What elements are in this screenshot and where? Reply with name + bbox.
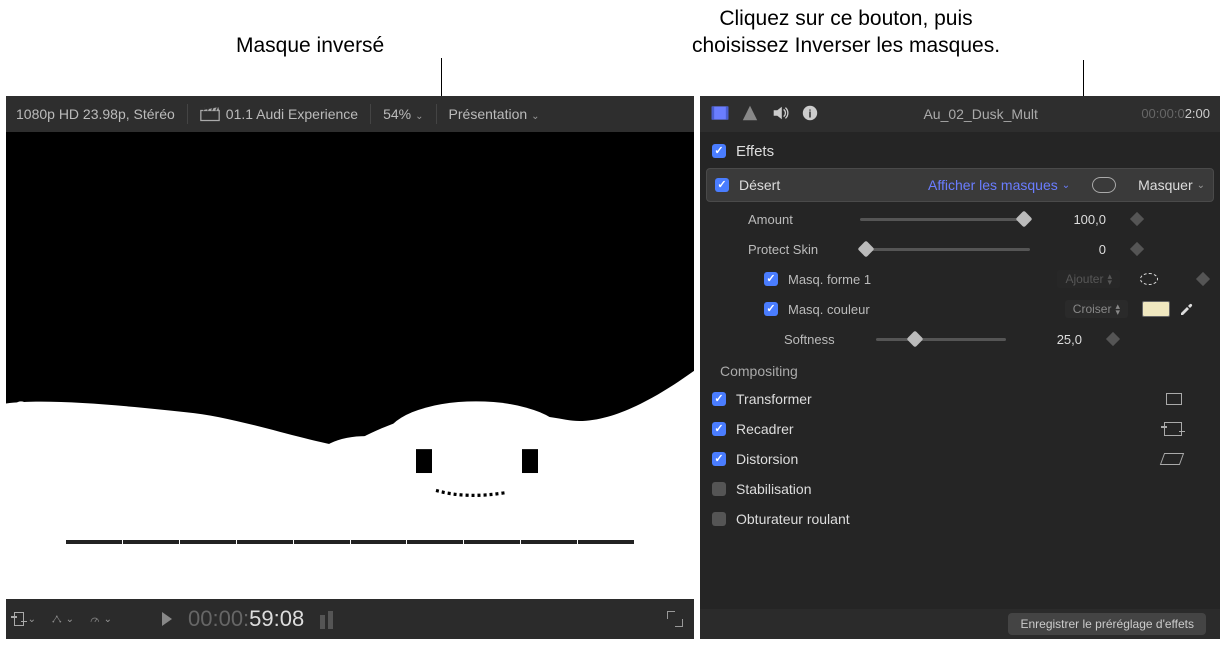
softness-value[interactable]: 25,0 <box>1018 332 1088 347</box>
scrub-bar[interactable] <box>6 526 694 544</box>
stepper-icon: ▴▾ <box>1115 303 1120 316</box>
chevron-down-icon[interactable]: ⌄ <box>1197 180 1205 191</box>
show-masks-link[interactable]: Afficher les masques <box>928 177 1058 193</box>
effects-section[interactable]: Effets <box>700 136 1220 166</box>
viewer-bottom-bar: ⌄ ⌄ ⌄ 00:00:59:08 <box>6 599 694 639</box>
retime-menu[interactable]: ⌄ <box>90 608 112 630</box>
viewer-canvas[interactable] <box>6 132 694 599</box>
stabilization-label: Stabilisation <box>736 481 812 497</box>
chevron-down-icon[interactable]: ⌄ <box>1062 180 1070 191</box>
transform-row[interactable]: Transformer <box>700 384 1220 414</box>
color-mask-mode-menu[interactable]: Croiser ▴▾ <box>1065 300 1128 318</box>
info-tab-icon[interactable]: i <box>800 104 820 125</box>
color-mask-row: Masq. couleur Croiser ▴▾ <box>700 294 1220 324</box>
compositing-section: Compositing <box>700 354 1220 384</box>
keyframe-icon[interactable] <box>1130 242 1144 256</box>
inspector-timecode: 00:00:02:00 <box>1141 106 1210 122</box>
hide-menu[interactable]: Masquer <box>1138 177 1192 193</box>
callout-right-line1: Cliquez sur ce bouton, puis <box>616 5 1076 32</box>
rolling-shutter-row[interactable]: Obturateur roulant <box>700 504 1220 534</box>
stabilization-row[interactable]: Stabilisation <box>700 474 1220 504</box>
distort-icon[interactable] <box>1160 453 1184 465</box>
amount-slider[interactable] <box>860 212 1030 226</box>
zoom-menu[interactable]: 54%⌄ <box>383 106 423 122</box>
timecode-display[interactable]: 00:00:59:08 <box>188 606 304 632</box>
protect-skin-value[interactable]: 0 <box>1042 242 1112 257</box>
crop-icon[interactable] <box>1164 422 1182 436</box>
color-tab-icon[interactable] <box>740 104 760 125</box>
protect-skin-slider[interactable] <box>860 242 1030 256</box>
effect-desert-name: Désert <box>739 177 780 193</box>
protect-skin-row: Protect Skin 0 <box>700 234 1220 264</box>
softness-slider[interactable] <box>876 332 1006 346</box>
transform-icon[interactable] <box>1166 393 1182 405</box>
crop-checkbox[interactable] <box>712 422 726 436</box>
fullscreen-button[interactable] <box>664 608 686 630</box>
separator <box>187 104 188 124</box>
effects-label: Effets <box>736 143 774 160</box>
inspector-clip-name: Au_02_Dusk_Mult <box>830 106 1131 122</box>
inspector-toolbar: i Au_02_Dusk_Mult 00:00:02:00 <box>700 96 1220 132</box>
clapper-icon <box>200 104 220 125</box>
amount-label: Amount <box>748 212 848 227</box>
protect-skin-label: Protect Skin <box>748 242 848 257</box>
format-label: 1080p HD 23.98p, Stéréo <box>16 106 175 122</box>
viewer-toolbar: 1080p HD 23.98p, Stéréo 01.1 Audi Experi… <box>6 96 694 132</box>
callout-right-line2: choisissez Inverser les masques. <box>616 32 1076 59</box>
svg-text:i: i <box>809 108 812 120</box>
effect-desert-checkbox[interactable] <box>715 178 729 192</box>
chevron-down-icon: ⌄ <box>415 111 423 122</box>
effects-checkbox[interactable] <box>712 144 726 158</box>
distort-label: Distorsion <box>736 451 798 467</box>
keyframe-icon[interactable] <box>1130 212 1144 226</box>
audio-meter <box>320 609 333 629</box>
transform-tool-menu[interactable]: ⌄ <box>52 608 74 630</box>
rolling-shutter-label: Obturateur roulant <box>736 511 850 527</box>
inspector-panel: i Au_02_Dusk_Mult 00:00:02:00 Effets Dés… <box>700 96 1220 639</box>
clip-name[interactable]: 01.1 Audi Experience <box>226 106 358 122</box>
inspector-footer: Enregistrer le préréglage d'effets <box>700 609 1220 639</box>
effect-desert-row[interactable]: Désert Afficher les masques ⌄ Masquer ⌄ <box>706 168 1214 202</box>
view-menu[interactable]: Présentation⌄ <box>449 106 540 122</box>
transform-label: Transformer <box>736 391 812 407</box>
softness-row: Softness 25,0 <box>700 324 1220 354</box>
chevron-down-icon: ⌄ <box>531 111 539 122</box>
crop-tool-menu[interactable]: ⌄ <box>14 608 36 630</box>
play-button[interactable] <box>162 612 172 626</box>
color-swatch[interactable] <box>1142 301 1170 317</box>
shape-mask-checkbox[interactable] <box>764 272 778 286</box>
rolling-shutter-checkbox[interactable] <box>712 512 726 526</box>
keyframe-icon[interactable] <box>1196 272 1210 286</box>
callout-left: Masque inversé <box>236 32 384 59</box>
shape-mask-icon[interactable] <box>1140 273 1158 285</box>
shape-mask-row: Masq. forme 1 Ajouter ▴▾ <box>700 264 1220 294</box>
color-mask-label: Masq. couleur <box>788 302 908 317</box>
separator <box>370 104 371 124</box>
amount-value[interactable]: 100,0 <box>1042 212 1112 227</box>
stabilization-checkbox[interactable] <box>712 482 726 496</box>
softness-label: Softness <box>784 332 864 347</box>
transform-checkbox[interactable] <box>712 392 726 406</box>
eyedropper-icon[interactable] <box>1178 300 1194 319</box>
shape-mask-mode-menu[interactable]: Ajouter ▴▾ <box>1057 270 1120 288</box>
stepper-icon: ▴▾ <box>1107 273 1112 286</box>
color-mask-checkbox[interactable] <box>764 302 778 316</box>
shape-mask-label: Masq. forme 1 <box>788 272 908 287</box>
crop-label: Recadrer <box>736 421 794 437</box>
crop-row[interactable]: Recadrer <box>700 414 1220 444</box>
inspector-body: Effets Désert Afficher les masques ⌄ Mas… <box>700 132 1220 609</box>
amount-row: Amount 100,0 <box>700 204 1220 234</box>
audio-tab-icon[interactable] <box>770 104 790 125</box>
save-effect-preset-button[interactable]: Enregistrer le préréglage d'effets <box>1008 613 1206 635</box>
video-tab-icon[interactable] <box>710 104 730 125</box>
callout-right: Cliquez sur ce bouton, puis choisissez I… <box>616 5 1076 60</box>
mask-blend-button[interactable] <box>1092 177 1116 193</box>
separator <box>436 104 437 124</box>
keyframe-icon[interactable] <box>1106 332 1120 346</box>
distort-checkbox[interactable] <box>712 452 726 466</box>
distort-row[interactable]: Distorsion <box>700 444 1220 474</box>
viewer-panel: 1080p HD 23.98p, Stéréo 01.1 Audi Experi… <box>6 96 694 639</box>
